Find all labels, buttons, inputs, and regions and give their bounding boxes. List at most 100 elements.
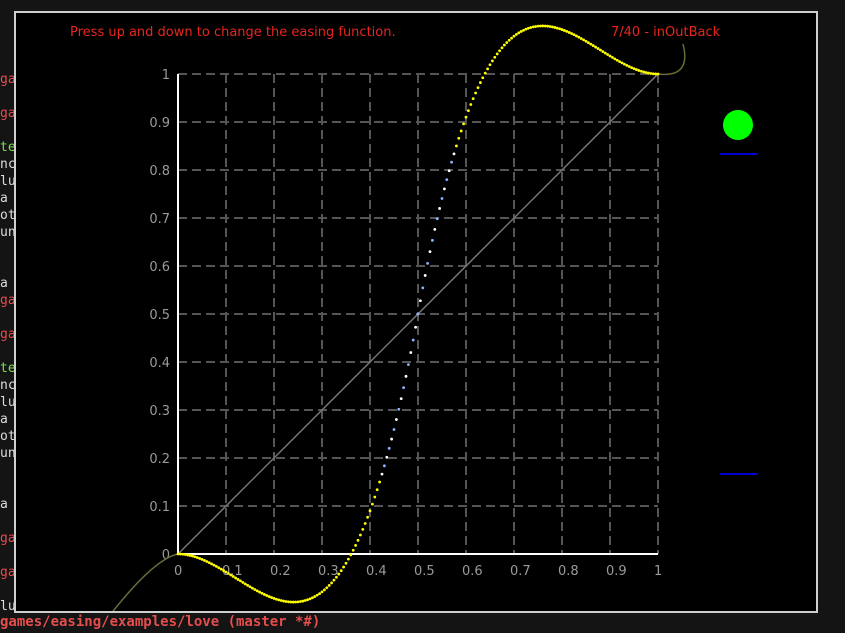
curve-point bbox=[243, 582, 247, 586]
curve-point bbox=[584, 39, 588, 43]
curve-point bbox=[587, 41, 590, 45]
curve-point bbox=[563, 29, 566, 32]
curve-point bbox=[291, 600, 295, 604]
curve-point bbox=[407, 363, 410, 367]
curve-point bbox=[387, 446, 391, 450]
curve-point bbox=[431, 238, 434, 242]
curve-point bbox=[191, 554, 194, 558]
y-tick-label: 0.6 bbox=[149, 260, 170, 275]
curve-point bbox=[539, 24, 542, 28]
curve-point bbox=[601, 50, 605, 53]
curve-point bbox=[234, 576, 238, 580]
curve-point bbox=[354, 544, 357, 547]
curve-point bbox=[176, 552, 180, 556]
curve-point bbox=[253, 588, 257, 591]
curve-tail-right bbox=[657, 43, 686, 76]
curve-point bbox=[551, 25, 554, 29]
curve-point bbox=[599, 48, 602, 52]
curve-point bbox=[337, 572, 341, 576]
curve-point bbox=[200, 557, 204, 561]
curve-point bbox=[486, 67, 489, 71]
curve-point bbox=[349, 553, 353, 557]
curve-point bbox=[275, 597, 278, 601]
curve-point bbox=[611, 56, 614, 59]
curve-point bbox=[363, 522, 367, 525]
curve-point bbox=[524, 27, 528, 31]
curve-point bbox=[327, 584, 331, 587]
curve-point bbox=[330, 581, 333, 585]
curve-point bbox=[519, 30, 523, 33]
curve-point bbox=[467, 109, 470, 113]
curve-point bbox=[347, 557, 350, 561]
x-tick-label: 0.2 bbox=[270, 564, 291, 579]
curve-point bbox=[366, 515, 369, 519]
curve-point bbox=[315, 593, 319, 597]
curve-point bbox=[445, 178, 449, 182]
curve-point bbox=[464, 115, 468, 119]
curve-point bbox=[378, 480, 381, 484]
curve-point bbox=[267, 595, 271, 598]
curve-point bbox=[416, 312, 420, 316]
curve-point bbox=[596, 47, 600, 50]
curve-point bbox=[186, 553, 190, 557]
curve-point bbox=[356, 538, 360, 542]
terminal-prompt: games/easing/examples/love (master *#) bbox=[0, 614, 321, 630]
curve-point bbox=[435, 217, 439, 221]
curve-point bbox=[654, 72, 657, 76]
curve-point bbox=[476, 86, 480, 90]
curve-point bbox=[289, 600, 293, 604]
terminal-fragment: a bbox=[0, 276, 8, 291]
curve-point bbox=[637, 69, 641, 72]
curve-point bbox=[639, 69, 643, 73]
curve-point bbox=[459, 129, 463, 133]
curve-point bbox=[236, 578, 240, 581]
curve-point bbox=[265, 594, 269, 597]
curve-point bbox=[385, 455, 389, 459]
curve-point bbox=[553, 26, 557, 29]
curve-point bbox=[498, 49, 501, 53]
y-tick-label: 0.3 bbox=[149, 404, 170, 419]
curve-point bbox=[255, 589, 259, 593]
curve-point bbox=[241, 581, 245, 584]
animated-ball bbox=[723, 110, 753, 140]
terminal-fragment: a bbox=[0, 412, 8, 427]
curve-point bbox=[373, 495, 377, 499]
x-tick-label: 1 bbox=[654, 564, 662, 579]
curve-point bbox=[421, 286, 425, 290]
y-tick-label: 0.9 bbox=[149, 116, 170, 131]
curve-point bbox=[359, 533, 362, 537]
love-window[interactable]: Press up and down to change the easing f… bbox=[14, 11, 818, 613]
curve-point bbox=[529, 26, 533, 29]
curve-point bbox=[625, 63, 629, 67]
curve-point bbox=[606, 53, 609, 56]
curve-point bbox=[575, 34, 578, 38]
curve-point bbox=[555, 26, 559, 30]
curve-point bbox=[512, 34, 516, 38]
curve-point bbox=[630, 66, 633, 70]
curve-point bbox=[450, 160, 453, 164]
curve-point bbox=[423, 274, 427, 277]
curve-point bbox=[375, 488, 379, 492]
curve-point bbox=[294, 600, 297, 604]
curve-point bbox=[443, 187, 446, 191]
curve-point bbox=[296, 600, 300, 604]
curve-point bbox=[272, 597, 276, 600]
curve-point bbox=[344, 561, 348, 565]
curve-point bbox=[215, 565, 218, 568]
curve-point bbox=[642, 70, 645, 74]
curve-point bbox=[479, 81, 482, 84]
curve-point bbox=[543, 24, 547, 28]
curve-point bbox=[270, 596, 273, 599]
curve-point bbox=[203, 558, 206, 562]
curve-point bbox=[395, 418, 398, 421]
x-tick-label: 0.5 bbox=[414, 564, 435, 579]
curve-point bbox=[404, 374, 408, 378]
curve-point bbox=[469, 103, 473, 106]
curve-point bbox=[510, 36, 513, 40]
x-tick-label: 0.9 bbox=[606, 564, 627, 579]
curve-point bbox=[325, 586, 329, 590]
curve-point bbox=[409, 351, 413, 354]
curve-point bbox=[299, 600, 302, 603]
curve-point bbox=[433, 227, 437, 231]
x-tick-label: 0.7 bbox=[510, 564, 531, 579]
